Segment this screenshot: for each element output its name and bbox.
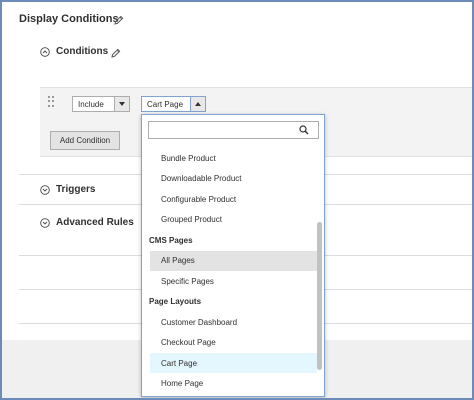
page-title: Display Conditions bbox=[19, 13, 119, 25]
conditions-section-header[interactable]: Conditions bbox=[40, 46, 108, 57]
advanced-rules-section-title: Advanced Rules bbox=[56, 217, 134, 228]
dropdown-search-input[interactable] bbox=[149, 122, 299, 138]
drag-handle-icon[interactable] bbox=[48, 96, 54, 108]
page-type-dropdown: Bundle Product Downloadable Product Conf… bbox=[141, 114, 325, 397]
display-conditions-panel: Display Conditions Conditions Include Ca… bbox=[0, 0, 474, 400]
option-home-page[interactable]: Home Page bbox=[150, 374, 317, 394]
page-type-select-value: Cart Page bbox=[147, 99, 184, 109]
option-checkout-page[interactable]: Checkout Page bbox=[150, 333, 317, 353]
group-label-cms-pages: CMS Pages bbox=[149, 235, 193, 245]
advanced-rules-section-header[interactable]: Advanced Rules bbox=[40, 217, 134, 228]
triggers-section-title: Triggers bbox=[56, 184, 96, 195]
option-cart-page[interactable]: Cart Page bbox=[150, 353, 317, 373]
option-downloadable-product[interactable]: Downloadable Product bbox=[150, 169, 317, 189]
circle-chevron-up-icon bbox=[40, 46, 50, 57]
dropdown-scrollbar-thumb[interactable] bbox=[317, 221, 322, 370]
triangle-down-icon bbox=[114, 97, 129, 111]
triangle-up-icon bbox=[190, 97, 205, 111]
option-bundle-product[interactable]: Bundle Product bbox=[150, 148, 317, 168]
group-label-page-layouts: Page Layouts bbox=[149, 297, 202, 306]
include-select-value: Include bbox=[78, 99, 104, 109]
option-customer-dashboard[interactable]: Customer Dashboard bbox=[150, 312, 317, 332]
edit-title-pencil-icon[interactable] bbox=[114, 15, 124, 25]
conditions-section-title: Conditions bbox=[56, 46, 109, 57]
dropdown-search-field[interactable] bbox=[148, 121, 319, 139]
option-grouped-product[interactable]: Grouped Product bbox=[150, 210, 317, 230]
include-select[interactable]: Include bbox=[72, 96, 130, 112]
search-icon bbox=[299, 125, 309, 135]
add-condition-button[interactable]: Add Condition bbox=[50, 131, 120, 150]
page-type-select[interactable]: Cart Page bbox=[141, 96, 206, 112]
circle-chevron-down-icon bbox=[40, 217, 50, 228]
triggers-section-header[interactable]: Triggers bbox=[40, 184, 95, 195]
option-configurable-product[interactable]: Configurable Product bbox=[150, 189, 317, 209]
edit-conditions-pencil-icon[interactable] bbox=[111, 48, 121, 58]
option-all-pages[interactable]: All Pages bbox=[150, 250, 317, 271]
circle-chevron-down-icon bbox=[40, 184, 50, 195]
option-specific-pages[interactable]: Specific Pages bbox=[150, 271, 317, 291]
